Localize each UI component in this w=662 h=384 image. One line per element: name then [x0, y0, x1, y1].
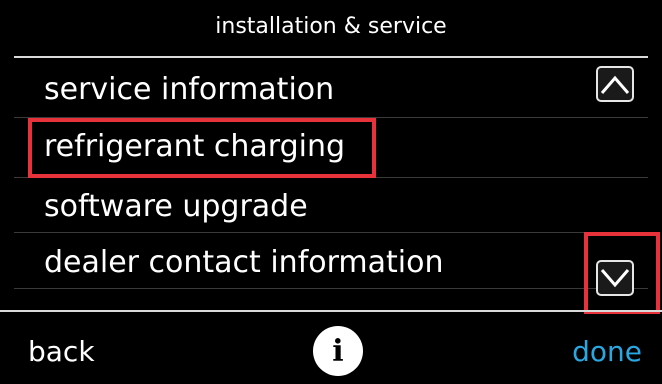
divider — [14, 288, 648, 289]
divider — [14, 232, 648, 233]
thermostat-screen: installation & service service informati… — [0, 0, 662, 384]
info-icon: i — [332, 333, 344, 369]
menu-item-service-information[interactable]: service information — [44, 72, 334, 108]
page-title: installation & service — [215, 13, 447, 39]
back-button[interactable]: back — [28, 334, 95, 370]
scroll-up-button[interactable] — [596, 66, 634, 102]
header: installation & service — [0, 0, 662, 58]
highlight-box-refrigerant-charging — [28, 118, 376, 178]
footer-divider — [0, 310, 662, 312]
info-button[interactable]: i — [313, 326, 363, 376]
done-button[interactable]: done — [572, 334, 642, 370]
menu-item-dealer-contact-information[interactable]: dealer contact information — [44, 245, 444, 281]
menu-item-software-upgrade[interactable]: software upgrade — [44, 189, 308, 225]
header-divider — [14, 56, 648, 58]
highlight-box-scroll-down — [584, 232, 660, 314]
chevron-up-icon — [600, 75, 630, 94]
